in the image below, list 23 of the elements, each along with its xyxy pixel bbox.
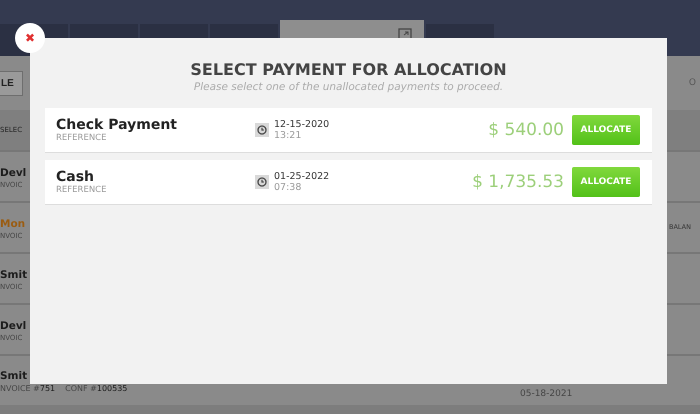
toolbar-button[interactable]: LE (0, 70, 23, 96)
reference-label: REFERENCE (56, 133, 106, 143)
payment-amount: $ 540.00 (487, 120, 564, 140)
reference-label: REFERENCE (56, 185, 106, 195)
invoice-number: NVOICE #751 (0, 384, 56, 393)
clock-icon (255, 123, 269, 137)
invoice-date: 05-18-2021 (520, 389, 572, 399)
customer-name: Devl (0, 166, 26, 180)
customer-name: Mon (0, 216, 26, 232)
payment-time: 13:21 (274, 130, 302, 141)
dialog-subtitle: Please select one of the unallocated payments to proceed. (194, 81, 504, 93)
dialog-title: SELECT PAYMENT FOR ALLOCATION (190, 60, 507, 79)
payment-amount: $ 1,735.53 (471, 172, 564, 192)
conf-number: CONF #100535 (65, 384, 128, 393)
payment-time: 07:38 (274, 182, 302, 193)
customer-name: Smit (0, 268, 28, 282)
payment-date: 12-15-2020 (274, 119, 330, 130)
customer-name: Smit (0, 369, 28, 384)
customer-name: Devl (0, 318, 26, 334)
payment-date: 01-25-2022 (274, 171, 330, 182)
payment-name: Cash (56, 169, 94, 185)
clock-icon (255, 175, 269, 189)
payment-name: Check Payment (56, 117, 177, 133)
